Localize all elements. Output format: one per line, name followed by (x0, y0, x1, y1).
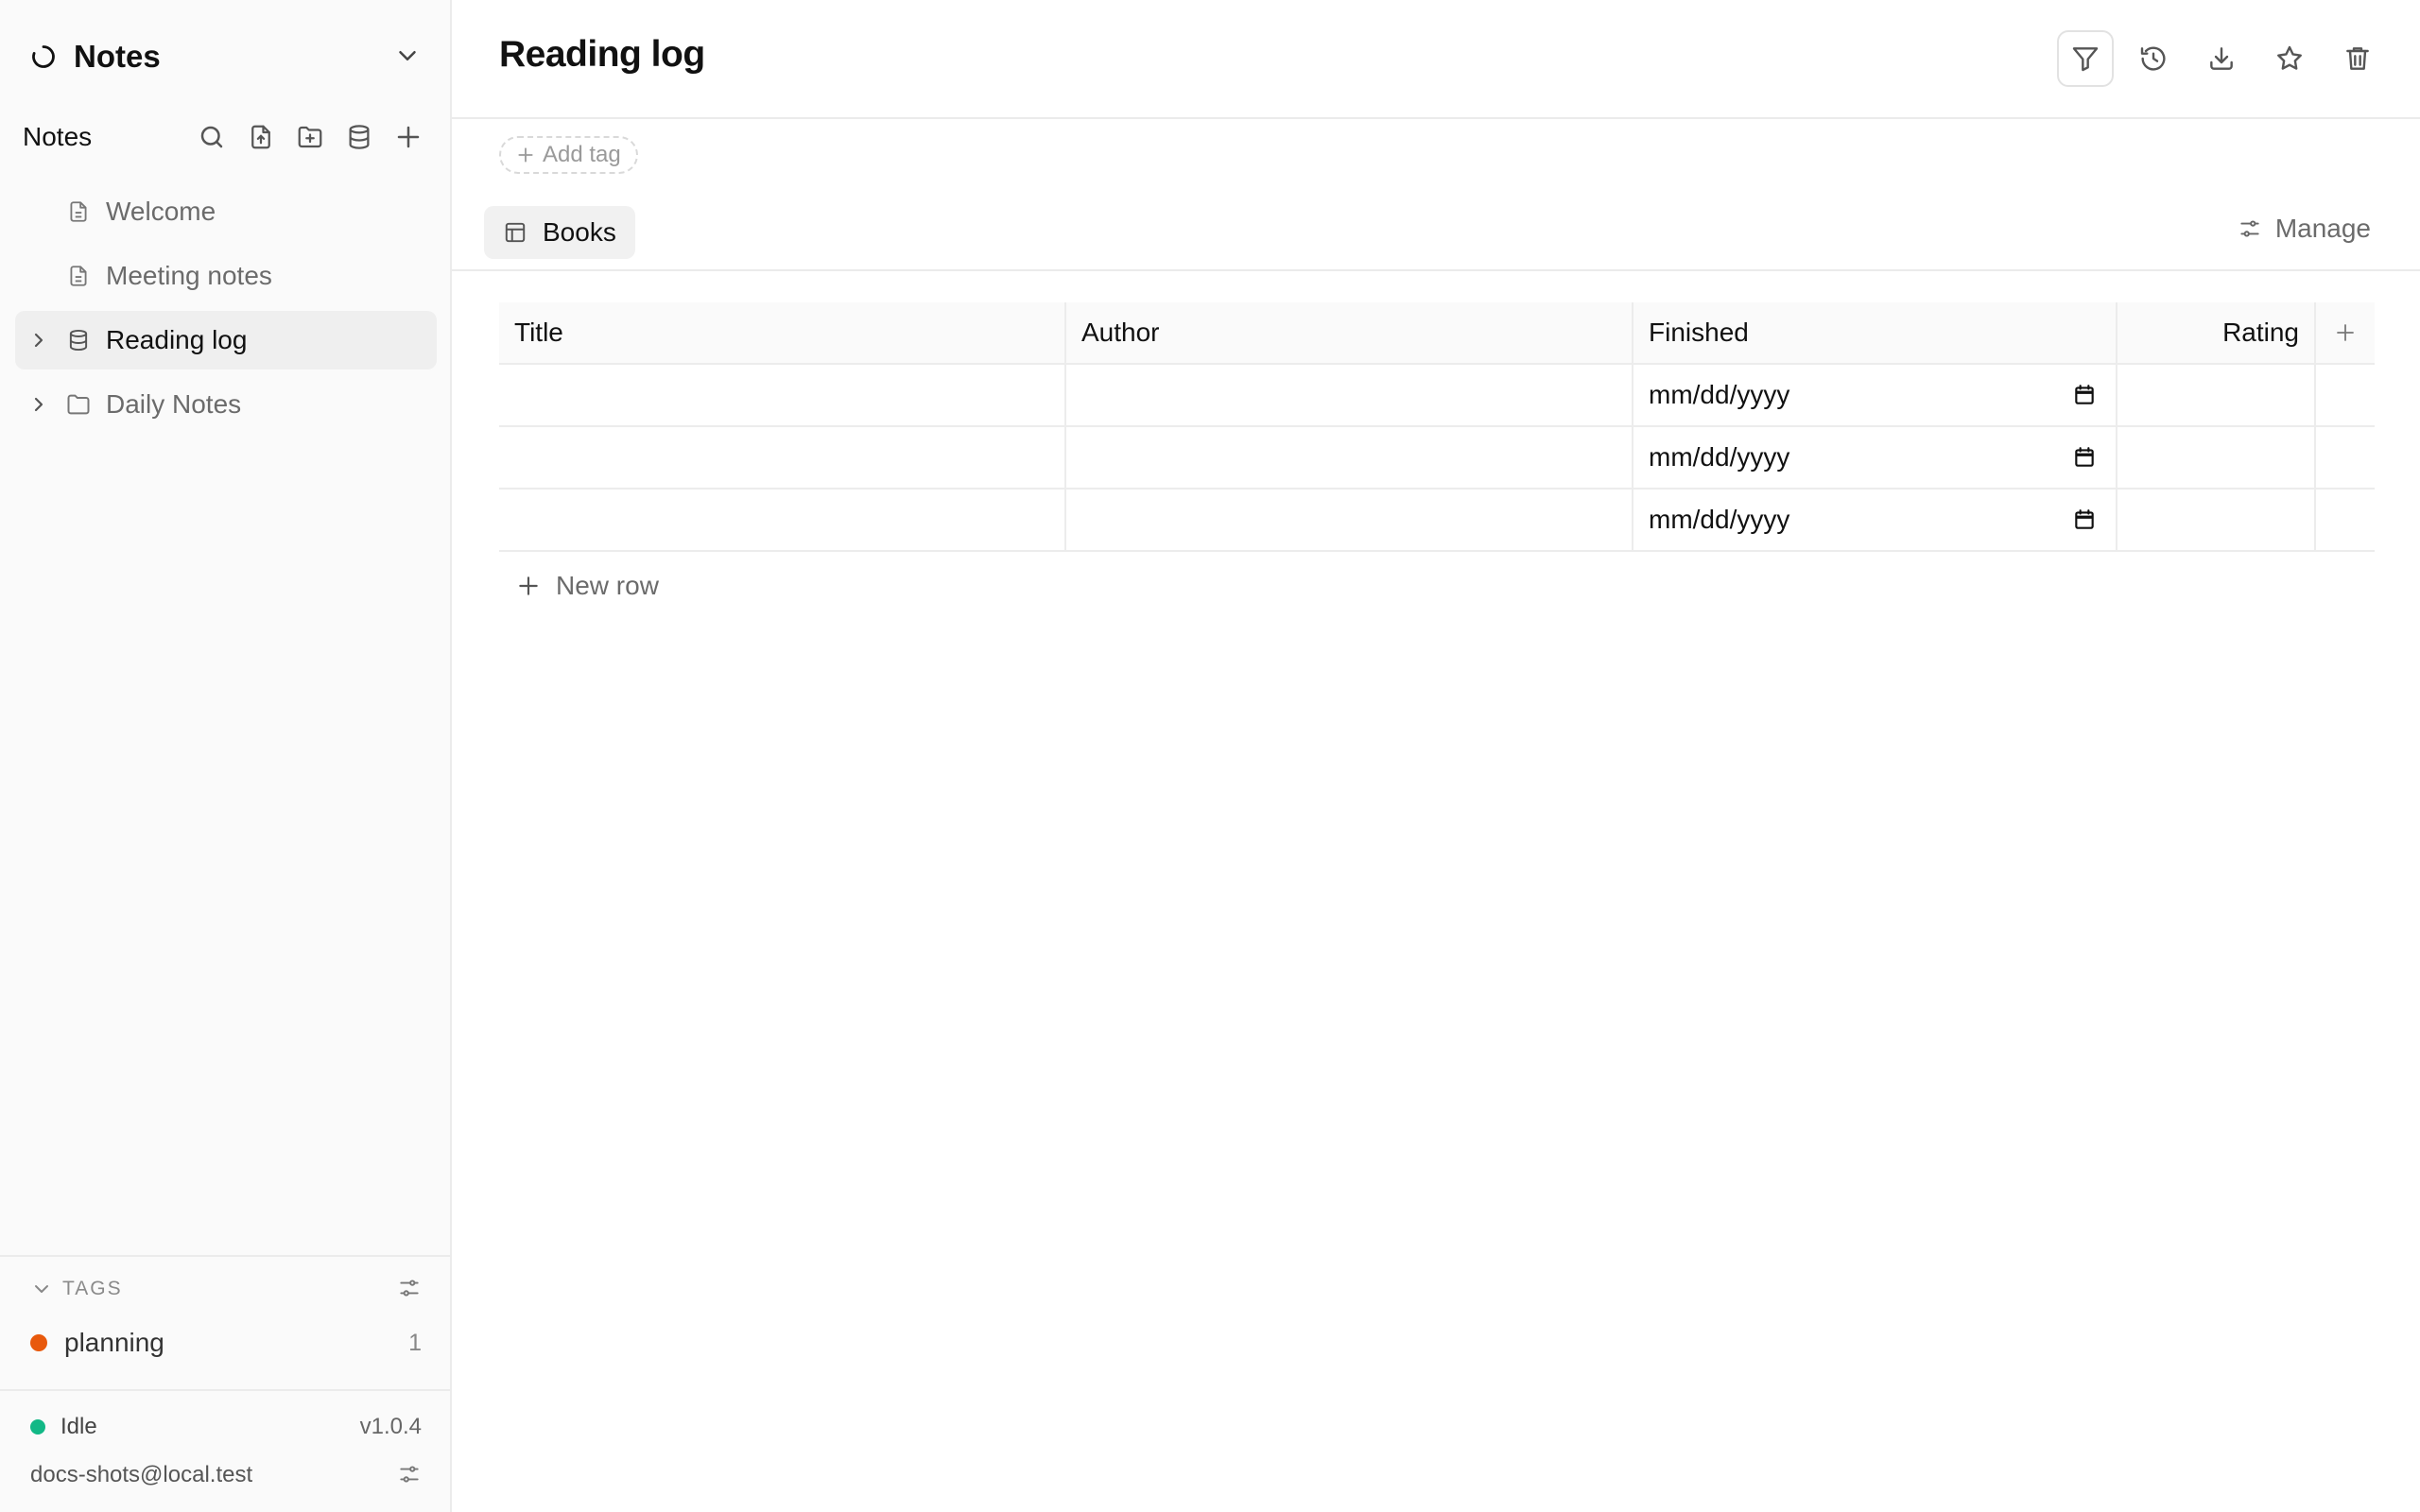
star-icon[interactable] (2261, 30, 2318, 87)
empty-cell (2316, 490, 2375, 550)
title-cell[interactable] (499, 490, 1066, 550)
plus-icon (516, 146, 535, 164)
new-database-icon[interactable] (342, 120, 376, 154)
account-row[interactable]: docs-shots@local.test (30, 1458, 422, 1492)
add-column-button[interactable] (2316, 302, 2375, 363)
sidebar-item-reading-log[interactable]: Reading log (15, 311, 437, 369)
settings-sliders-icon (2238, 216, 2262, 241)
calendar-icon[interactable] (2072, 445, 2097, 470)
plus-icon (516, 574, 541, 598)
tag-settings-icon[interactable] (397, 1276, 422, 1300)
new-row-label: New row (556, 571, 659, 600)
notes-section-header: Notes (23, 113, 425, 161)
divider (0, 1389, 450, 1391)
table-header-row: Title Author Finished Rating (499, 302, 2375, 365)
tabs-divider (452, 269, 2420, 271)
add-icon[interactable] (391, 120, 425, 154)
document-icon (64, 199, 93, 224)
tab-books[interactable]: Books (484, 206, 635, 259)
calendar-icon[interactable] (2072, 383, 2097, 407)
manage-views-button[interactable]: Manage (2238, 214, 2371, 244)
tab-label: Books (543, 217, 616, 247)
user-email: docs-shots@local.test (30, 1462, 253, 1487)
workspace-name: Notes (74, 39, 161, 74)
sync-status: Idle v1.0.4 (30, 1410, 422, 1444)
folder-icon (64, 391, 93, 418)
table-row: mm/dd/yyyy (499, 490, 2375, 552)
import-file-icon[interactable] (244, 120, 278, 154)
loading-spinner-icon (30, 43, 57, 70)
author-cell[interactable] (1066, 365, 1634, 425)
tag-count: 1 (408, 1329, 422, 1356)
document-icon (64, 264, 93, 288)
sidebar-item-welcome[interactable]: Welcome (15, 182, 437, 241)
calendar-icon[interactable] (2072, 507, 2097, 532)
status-text: Idle (60, 1414, 97, 1439)
rating-cell[interactable] (2118, 365, 2316, 425)
column-header-rating[interactable]: Rating (2118, 302, 2316, 363)
column-header-finished[interactable]: Finished (1634, 302, 2118, 363)
app-version: v1.0.4 (359, 1414, 422, 1439)
sidebar-item-meeting-notes[interactable]: Meeting notes (15, 247, 437, 305)
column-header-title[interactable]: Title (499, 302, 1066, 363)
finished-date-input[interactable]: mm/dd/yyyy (1634, 365, 2118, 425)
title-cell[interactable] (499, 365, 1066, 425)
date-placeholder: mm/dd/yyyy (1649, 505, 1790, 534)
author-cell[interactable] (1066, 427, 1634, 488)
page-toolbar (2057, 30, 2386, 87)
table-row: mm/dd/yyyy (499, 365, 2375, 427)
manage-label: Manage (2274, 214, 2371, 243)
tag-color-dot (30, 1334, 47, 1351)
table-icon (503, 220, 527, 245)
author-cell[interactable] (1066, 490, 1634, 550)
tags-section-header[interactable]: TAGS (30, 1272, 422, 1306)
history-icon[interactable] (2125, 30, 2182, 87)
add-tag-label: Add tag (543, 142, 621, 167)
workspace-switcher[interactable]: Notes (30, 36, 422, 77)
filter-icon[interactable] (2057, 30, 2114, 87)
date-placeholder: mm/dd/yyyy (1649, 380, 1790, 409)
trash-icon[interactable] (2329, 30, 2386, 87)
search-icon[interactable] (195, 120, 229, 154)
status-dot (30, 1419, 45, 1435)
sidebar-item-label: Welcome (106, 197, 216, 226)
chevron-right-icon[interactable] (25, 329, 53, 352)
column-header-author[interactable]: Author (1066, 302, 1634, 363)
tag-name: planning (64, 1328, 164, 1357)
rating-cell[interactable] (2118, 490, 2316, 550)
download-icon[interactable] (2193, 30, 2250, 87)
chevron-down-icon[interactable] (393, 42, 422, 70)
new-folder-icon[interactable] (293, 120, 327, 154)
empty-cell (2316, 365, 2375, 425)
empty-cell (2316, 427, 2375, 488)
tags-section-title: TAGS (62, 1278, 123, 1299)
database-table: Title Author Finished Rating mm/dd/yyyy (499, 302, 2375, 552)
title-cell[interactable] (499, 427, 1066, 488)
chevron-right-icon[interactable] (25, 393, 53, 416)
finished-date-input[interactable]: mm/dd/yyyy (1634, 427, 2118, 488)
account-settings-icon[interactable] (397, 1462, 422, 1486)
notes-section-title: Notes (23, 122, 93, 151)
add-tag-button[interactable]: Add tag (499, 136, 638, 174)
sidebar-item-daily-notes[interactable]: Daily Notes (15, 375, 437, 434)
date-placeholder: mm/dd/yyyy (1649, 442, 1790, 472)
header-divider (452, 117, 2420, 119)
finished-date-input[interactable]: mm/dd/yyyy (1634, 490, 2118, 550)
rating-cell[interactable] (2118, 427, 2316, 488)
new-row-button[interactable]: New row (516, 571, 659, 601)
main-panel: Reading log Add tag Books Manage Title A… (452, 0, 2420, 1512)
plus-icon (2337, 324, 2354, 341)
divider (0, 1255, 450, 1257)
tag-item-planning[interactable]: planning 1 (30, 1324, 422, 1362)
sidebar-item-label: Daily Notes (106, 389, 242, 419)
page-title[interactable]: Reading log (499, 34, 705, 76)
chevron-down-icon[interactable] (30, 1278, 53, 1300)
sidebar-item-label: Reading log (106, 325, 248, 354)
sidebar-item-label: Meeting notes (106, 261, 272, 290)
database-icon (64, 328, 93, 352)
table-row: mm/dd/yyyy (499, 427, 2375, 490)
sidebar: Notes Notes Welcome Meeting notes Readin… (0, 0, 452, 1512)
